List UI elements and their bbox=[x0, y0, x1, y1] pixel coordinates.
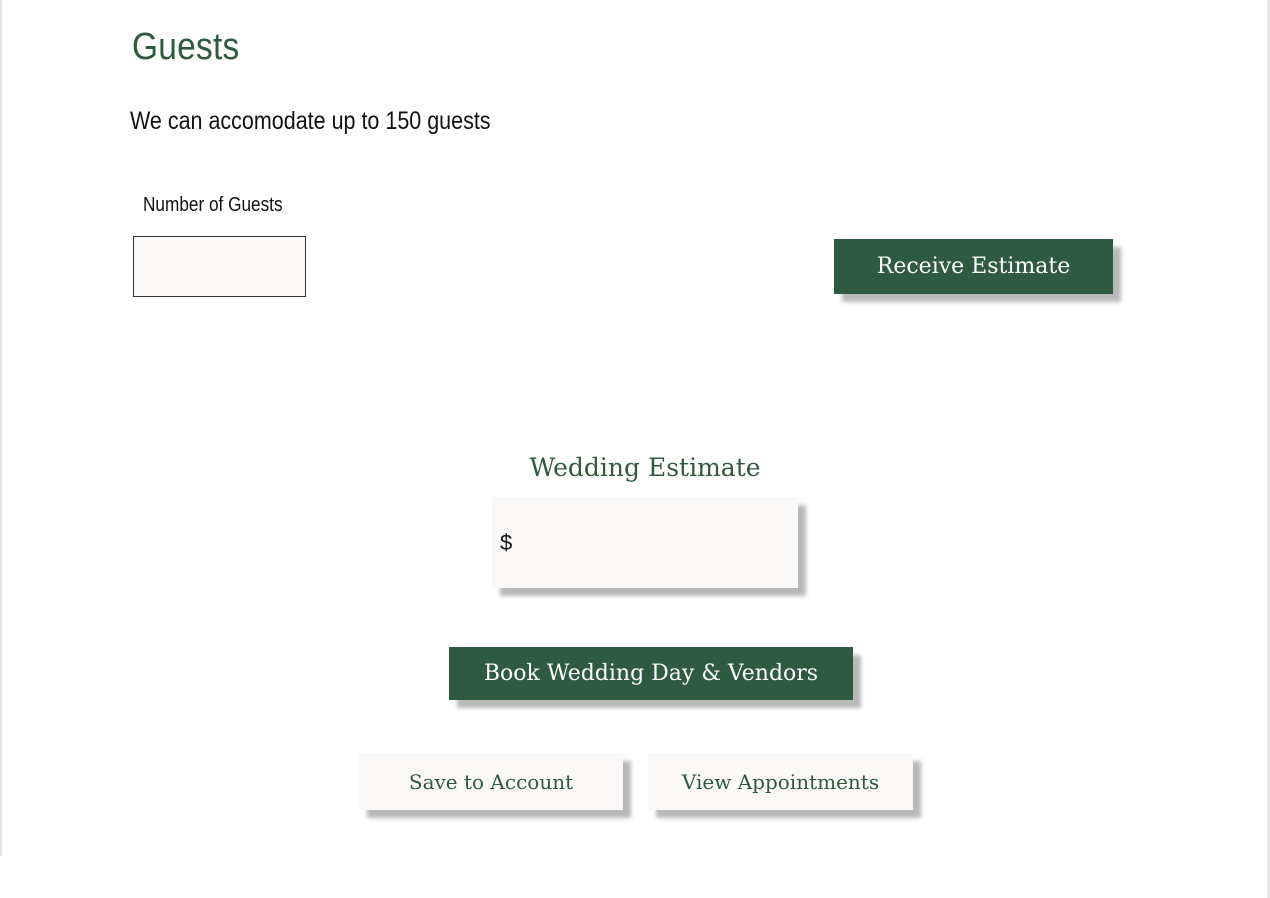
estimate-title: Wedding Estimate bbox=[529, 453, 761, 482]
currency-symbol: $ bbox=[500, 529, 513, 555]
page-title: Guests bbox=[132, 26, 240, 68]
book-wedding-button[interactable]: Book Wedding Day & Vendors bbox=[449, 647, 853, 700]
receive-estimate-button[interactable]: Receive Estimate bbox=[834, 239, 1113, 294]
frame-left-edge bbox=[0, 0, 2, 856]
view-appointments-button[interactable]: View Appointments bbox=[648, 753, 913, 810]
guest-count-label: Number of Guests bbox=[143, 194, 283, 216]
guest-count-input[interactable] bbox=[133, 236, 306, 297]
save-to-account-button[interactable]: Save to Account bbox=[359, 753, 623, 810]
estimate-display: $ bbox=[492, 497, 798, 588]
capacity-text: We can accomodate up to 150 guests bbox=[130, 107, 491, 135]
